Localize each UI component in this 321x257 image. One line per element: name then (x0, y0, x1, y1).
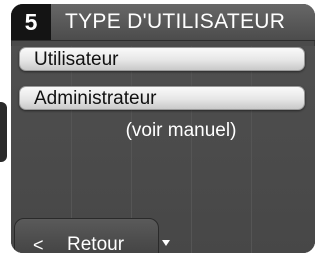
manual-note: (voir manuel) (125, 120, 237, 141)
title-bar: 5 TYPE D'UTILISATEUR (11, 4, 315, 41)
triangle-down-icon[interactable] (162, 240, 170, 246)
menu-number: 5 (11, 4, 51, 40)
back-label: Retour (67, 234, 125, 253)
display-screen: 5 TYPE D'UTILISATEUR Utilisateur Adminis… (11, 4, 315, 253)
side-tab (0, 102, 7, 162)
option-utilisateur[interactable]: Utilisateur (19, 47, 305, 71)
option-administrateur[interactable]: Administrateur (19, 86, 305, 110)
back-button[interactable]: < Retour (14, 218, 159, 253)
page-title: TYPE D'UTILISATEUR (65, 10, 286, 33)
chevron-left-icon: < (33, 235, 44, 253)
